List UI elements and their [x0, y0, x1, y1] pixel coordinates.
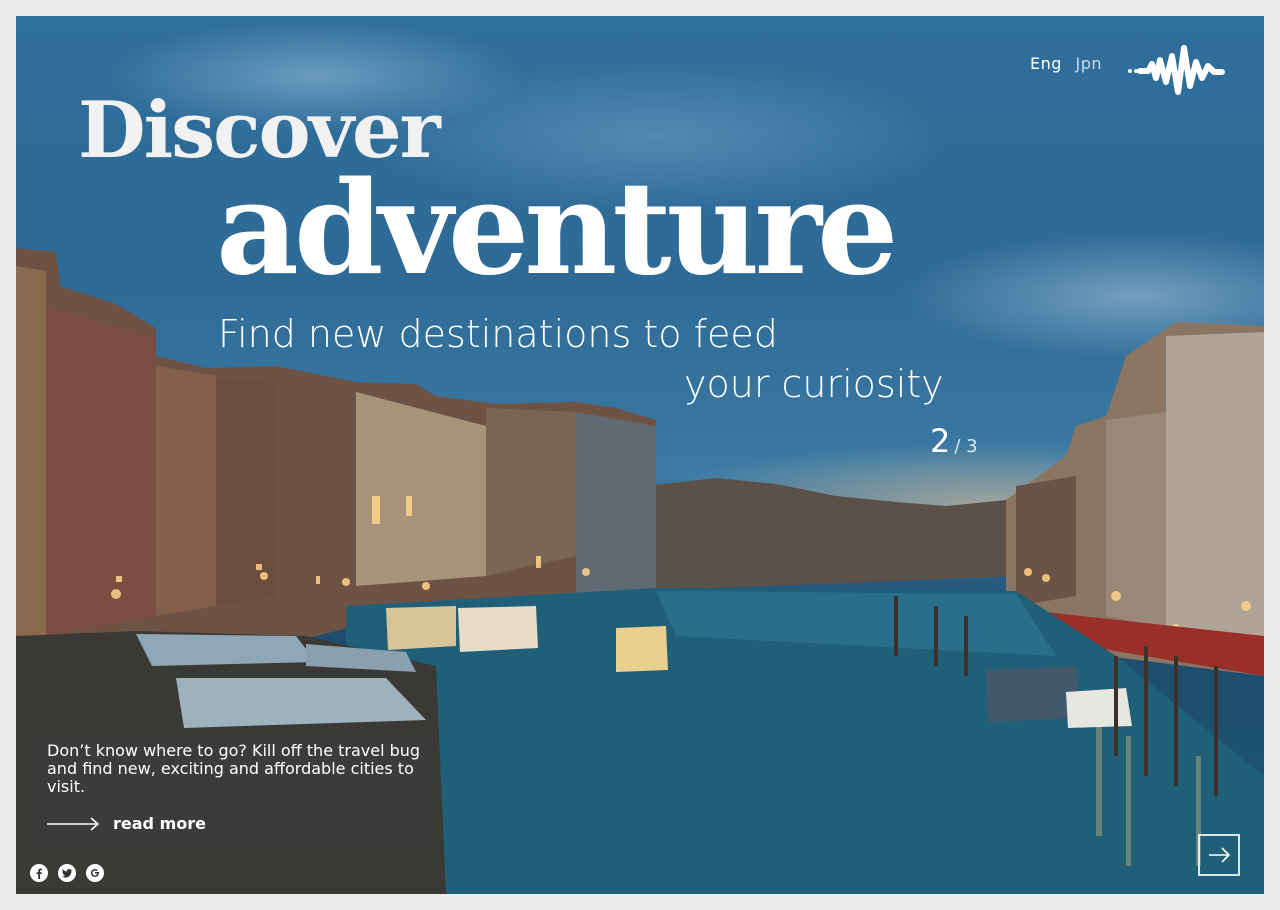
social-links — [30, 864, 104, 882]
slide-total: / 3 — [954, 436, 978, 457]
language-switcher: Eng Jpn — [1030, 54, 1102, 73]
next-slide-button[interactable] — [1198, 834, 1240, 876]
language-eng-link[interactable]: Eng — [1030, 54, 1062, 73]
headline-adventure: adventure — [216, 154, 898, 304]
arrow-right-icon — [1209, 847, 1231, 863]
hero-slide: Eng Jpn Discover adventure Find new dest… — [16, 16, 1264, 894]
arrow-right-icon — [47, 816, 100, 831]
soundwave-logo-icon[interactable] — [1122, 34, 1226, 106]
facebook-icon[interactable] — [30, 864, 48, 882]
subheadline-line-1: Find new destinations to feed — [218, 312, 778, 356]
slide-current-number: 2 — [930, 422, 951, 460]
twitter-icon[interactable] — [58, 864, 76, 882]
read-more-link[interactable]: read more — [47, 814, 206, 833]
read-more-label: read more — [113, 814, 206, 833]
subheadline-line-2: your curiosity — [684, 362, 944, 406]
language-jpn-link[interactable]: Jpn — [1076, 54, 1103, 73]
google-icon[interactable] — [86, 864, 104, 882]
info-panel: Don’t know where to go? Kill off the tra… — [30, 732, 434, 848]
slide-counter: 2/ 3 — [930, 422, 978, 460]
info-description: Don’t know where to go? Kill off the tra… — [47, 741, 421, 796]
